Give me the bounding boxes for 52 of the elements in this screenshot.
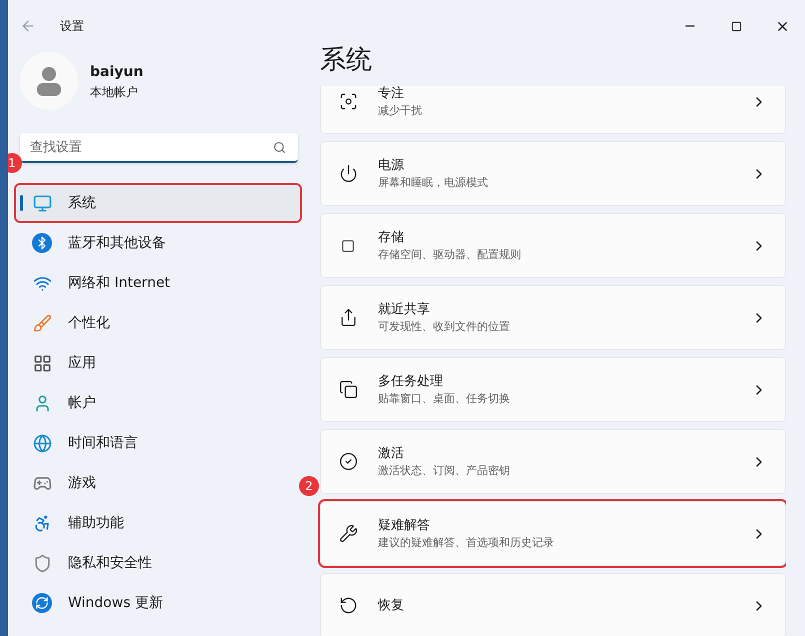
selection-indicator	[20, 195, 23, 211]
check-circle-icon	[338, 452, 358, 472]
settings-card[interactable]: 就近共享 可发现性、收到文件的位置	[320, 285, 786, 350]
card-title: 就近共享	[378, 300, 431, 318]
search-icon	[273, 141, 286, 154]
nav-item[interactable]: 隐私和安全性	[16, 545, 300, 581]
search-field[interactable]: 查找设置	[20, 133, 298, 163]
card-title: 电源	[378, 156, 405, 174]
globe-clock-icon	[32, 433, 52, 453]
wrench-icon	[338, 524, 358, 544]
brush-icon	[32, 313, 52, 333]
card-subtitle: 减少干扰	[378, 103, 422, 119]
card-title: 存储	[378, 228, 405, 246]
account-name: baiyun	[90, 62, 144, 82]
nav-item[interactable]: 帐户	[16, 385, 300, 421]
card-subtitle: 屏幕和睡眠，电源模式	[378, 175, 488, 191]
windows-stack-icon	[338, 380, 358, 400]
nav-item[interactable]: 网络和 Internet	[16, 265, 300, 301]
page-title: 系统	[320, 44, 373, 76]
restore-icon	[338, 596, 358, 616]
settings-card[interactable]: 存储 存储空间、驱动器、配置规则	[320, 213, 786, 278]
apps-icon	[32, 353, 52, 373]
refresh-icon	[32, 593, 52, 613]
monitor-icon	[32, 193, 52, 213]
settings-card[interactable]: 电源 屏幕和睡眠，电源模式	[320, 141, 786, 206]
card-title: 恢复	[378, 596, 404, 615]
card-subtitle: 建议的疑难解答、首选项和历史记录	[378, 535, 554, 551]
card-subtitle: 激活状态、订阅、产品密钥	[378, 463, 510, 479]
settings-card[interactable]: 恢复	[320, 573, 786, 636]
power-icon	[338, 164, 358, 184]
nav-item[interactable]: 个性化	[16, 305, 300, 341]
window-title: 设置	[60, 18, 84, 35]
nav-item[interactable]: 应用	[16, 345, 300, 381]
settings-card[interactable]: 激活 激活状态、订阅、产品密钥	[320, 429, 786, 494]
card-title: 激活	[378, 444, 405, 462]
account-type: 本地帐户	[90, 84, 139, 100]
nav-item[interactable]: 辅助功能	[16, 505, 300, 541]
settings-card[interactable]: 多任务处理 贴靠窗口、桌面、任务切换	[320, 357, 786, 422]
step-number-badge: 1	[8, 153, 22, 173]
card-subtitle: 贴靠窗口、桌面、任务切换	[378, 391, 510, 407]
bluetooth-icon	[32, 233, 52, 253]
focus-icon	[338, 92, 358, 112]
card-title: 疑难解答	[378, 516, 431, 534]
person-silhouette-icon	[36, 66, 62, 96]
card-subtitle: 可发现性、收到文件的位置	[378, 319, 510, 335]
nav-item[interactable]: 蓝牙和其他设备	[16, 225, 300, 261]
card-subtitle: 存储空间、驱动器、配置规则	[378, 247, 521, 263]
card-title: 多任务处理	[378, 372, 444, 390]
nav-item[interactable]: 时间和语言	[16, 425, 300, 461]
step-number-badge: 2	[299, 476, 319, 496]
nav-item[interactable]: Windows 更新	[16, 585, 300, 621]
nav-item[interactable]: 游戏	[16, 465, 300, 501]
